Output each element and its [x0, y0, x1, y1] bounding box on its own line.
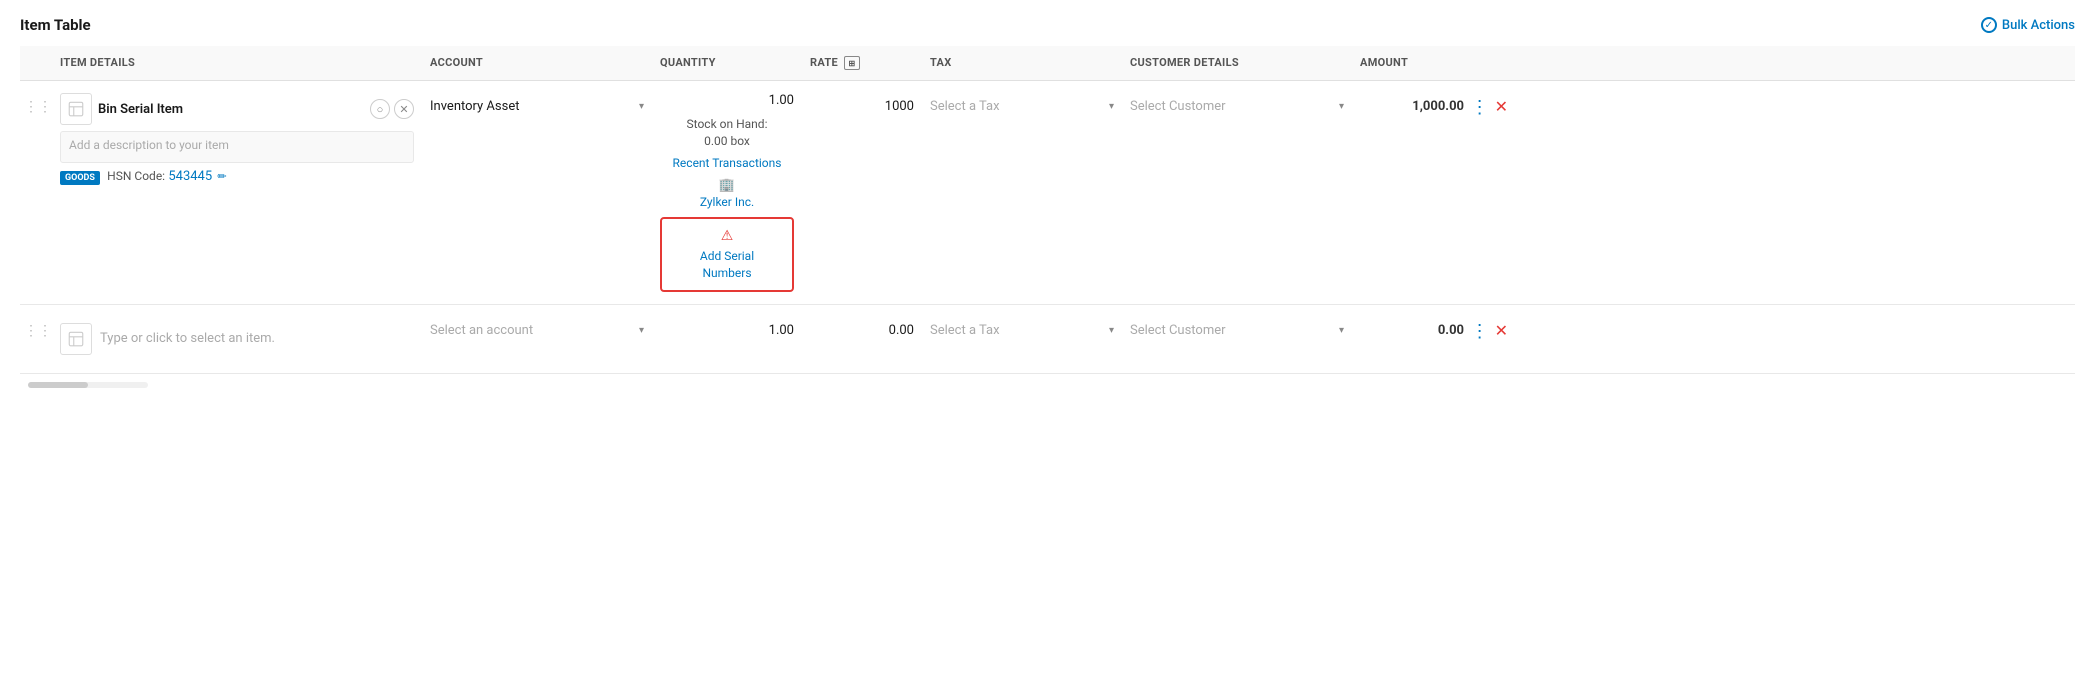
customer-cell: Select Customer ▾: [1122, 305, 1352, 350]
rate-value[interactable]: 0.00: [889, 323, 914, 338]
item-copy-button[interactable]: ○: [370, 99, 390, 119]
customer-dropdown-arrow: ▾: [1339, 325, 1344, 336]
company-name: Zylker Inc.: [700, 195, 754, 209]
customer-dropdown[interactable]: Select Customer ▾: [1130, 99, 1344, 114]
table-header: Item Table ✓ Bulk Actions: [20, 16, 2075, 34]
item-name: Bin Serial Item: [98, 102, 364, 117]
hsn-label: HSN Code:: [107, 169, 165, 183]
page-title: Item Table: [20, 16, 91, 34]
row-actions: ⋮ ✕: [1472, 81, 1512, 130]
tax-dropdown-arrow: ▾: [1109, 325, 1114, 336]
item-description-input[interactable]: Add a description to your item: [60, 131, 414, 163]
account-dropdown-arrow: ▾: [639, 325, 644, 336]
tax-dropdown[interactable]: Select a Tax ▾: [930, 99, 1114, 114]
customer-placeholder: Select Customer: [1130, 99, 1226, 114]
account-dropdown-arrow: ▾: [639, 101, 644, 112]
item-name-row: Bin Serial Item ○ ✕: [60, 93, 414, 125]
tax-dropdown-arrow: ▾: [1109, 101, 1114, 112]
customer-dropdown[interactable]: Select Customer ▾: [1130, 323, 1344, 338]
company-icon: 🏢: [719, 178, 735, 193]
rate-cell: 0.00: [802, 305, 922, 350]
item-remove-button[interactable]: ✕: [394, 99, 414, 119]
item-details-cell: Bin Serial Item ○ ✕ Add a description to…: [52, 81, 422, 197]
delete-row-button[interactable]: ✕: [1495, 321, 1508, 340]
amount-value: 1,000.00: [1412, 99, 1464, 114]
customer-dropdown-arrow: ▾: [1339, 101, 1344, 112]
rate-col-header: RATE ⊞: [802, 46, 922, 80]
add-serial-line2: Numbers: [702, 265, 751, 282]
table-row: ⋮⋮ Bin Serial Item ○ ✕ Add a description…: [20, 81, 2075, 305]
goods-badge: GOODS: [60, 171, 100, 185]
account-col-header: ACCOUNT: [422, 46, 652, 80]
rate-settings-icon[interactable]: ⊞: [844, 56, 860, 70]
scrollbar-thumb[interactable]: [28, 382, 88, 388]
bulk-actions-button[interactable]: ✓ Bulk Actions: [1981, 17, 2075, 33]
item-actions: ○ ✕: [370, 99, 414, 119]
rate-cell: 1000: [802, 81, 922, 126]
warning-icon: ⚠: [721, 227, 734, 247]
customer-cell: Select Customer ▾: [1122, 81, 1352, 126]
customer-col-header: CUSTOMER DETAILS: [1122, 46, 1352, 80]
hsn-code-link[interactable]: 543445: [168, 169, 212, 184]
account-cell: Select an account ▾: [422, 305, 652, 350]
delete-row-button[interactable]: ✕: [1495, 97, 1508, 116]
customer-placeholder: Select Customer: [1130, 323, 1226, 338]
description-placeholder: Add a description to your item: [69, 138, 229, 152]
account-cell: Inventory Asset ▾: [422, 81, 652, 126]
item-select-placeholder[interactable]: Type or click to select an item.: [100, 331, 275, 346]
rate-value[interactable]: 1000: [885, 99, 914, 114]
hsn-row: GOODS HSN Code: 543445 ✏: [60, 169, 414, 185]
tax-dropdown[interactable]: Select a Tax ▾: [930, 323, 1114, 338]
tax-cell: Select a Tax ▾: [922, 81, 1122, 126]
account-dropdown[interactable]: Inventory Asset ▾: [430, 99, 644, 114]
recent-transactions-link[interactable]: Recent Transactions: [660, 156, 794, 170]
tax-cell: Select a Tax ▾: [922, 305, 1122, 350]
tax-placeholder: Select a Tax: [930, 99, 1000, 114]
account-placeholder: Select an account: [430, 323, 533, 338]
tax-placeholder: Select a Tax: [930, 323, 1000, 338]
more-options-button[interactable]: ⋮: [1471, 321, 1489, 342]
column-headers: ITEM DETAILS ACCOUNT QUANTITY RATE ⊞ TAX…: [20, 46, 2075, 81]
row-actions: ⋮ ✕: [1472, 305, 1512, 354]
amount-value: 0.00: [1438, 323, 1464, 338]
amount-col-header: AMOUNT: [1352, 46, 1472, 80]
add-serial-line1: Add Serial: [700, 248, 754, 265]
item-details-col-header: ITEM DETAILS: [52, 46, 422, 80]
hsn-edit-icon[interactable]: ✏: [217, 170, 226, 183]
quantity-cell: 1.00 Stock on Hand: 0.00 box Recent Tran…: [652, 81, 802, 304]
quantity-value[interactable]: 1.00: [660, 93, 794, 108]
drag-col-header: [24, 46, 52, 80]
table-row: ⋮⋮ Type or click to select an item. Sele…: [20, 305, 2075, 374]
add-serial-numbers-button[interactable]: ⚠ Add Serial Numbers: [660, 217, 794, 292]
page-container: Item Table ✓ Bulk Actions ITEM DETAILS A…: [0, 0, 2095, 404]
drag-handle[interactable]: ⋮⋮: [24, 305, 52, 339]
scrollbar-container: [20, 382, 2075, 388]
drag-handle[interactable]: ⋮⋮: [24, 81, 52, 115]
item-thumbnail: [60, 93, 92, 125]
amount-cell: 0.00: [1352, 305, 1472, 350]
company-link[interactable]: 🏢 Zylker Inc.: [660, 178, 794, 209]
more-options-button[interactable]: ⋮: [1471, 97, 1489, 118]
bulk-actions-label: Bulk Actions: [2002, 18, 2075, 33]
actions-col-header: [1472, 46, 1512, 80]
item-thumbnail: [60, 323, 92, 355]
bulk-actions-icon: ✓: [1981, 17, 1997, 33]
tax-col-header: TAX: [922, 46, 1122, 80]
account-dropdown[interactable]: Select an account ▾: [430, 323, 644, 338]
item-details-cell: Type or click to select an item.: [52, 305, 422, 373]
quantity-value[interactable]: 1.00: [660, 323, 794, 338]
horizontal-scrollbar[interactable]: [28, 382, 148, 388]
quantity-col-header: QUANTITY: [652, 46, 802, 80]
stock-info: Stock on Hand: 0.00 box: [660, 116, 794, 150]
quantity-cell: 1.00: [652, 305, 802, 358]
amount-cell: 1,000.00: [1352, 81, 1472, 126]
account-value: Inventory Asset: [430, 99, 519, 114]
